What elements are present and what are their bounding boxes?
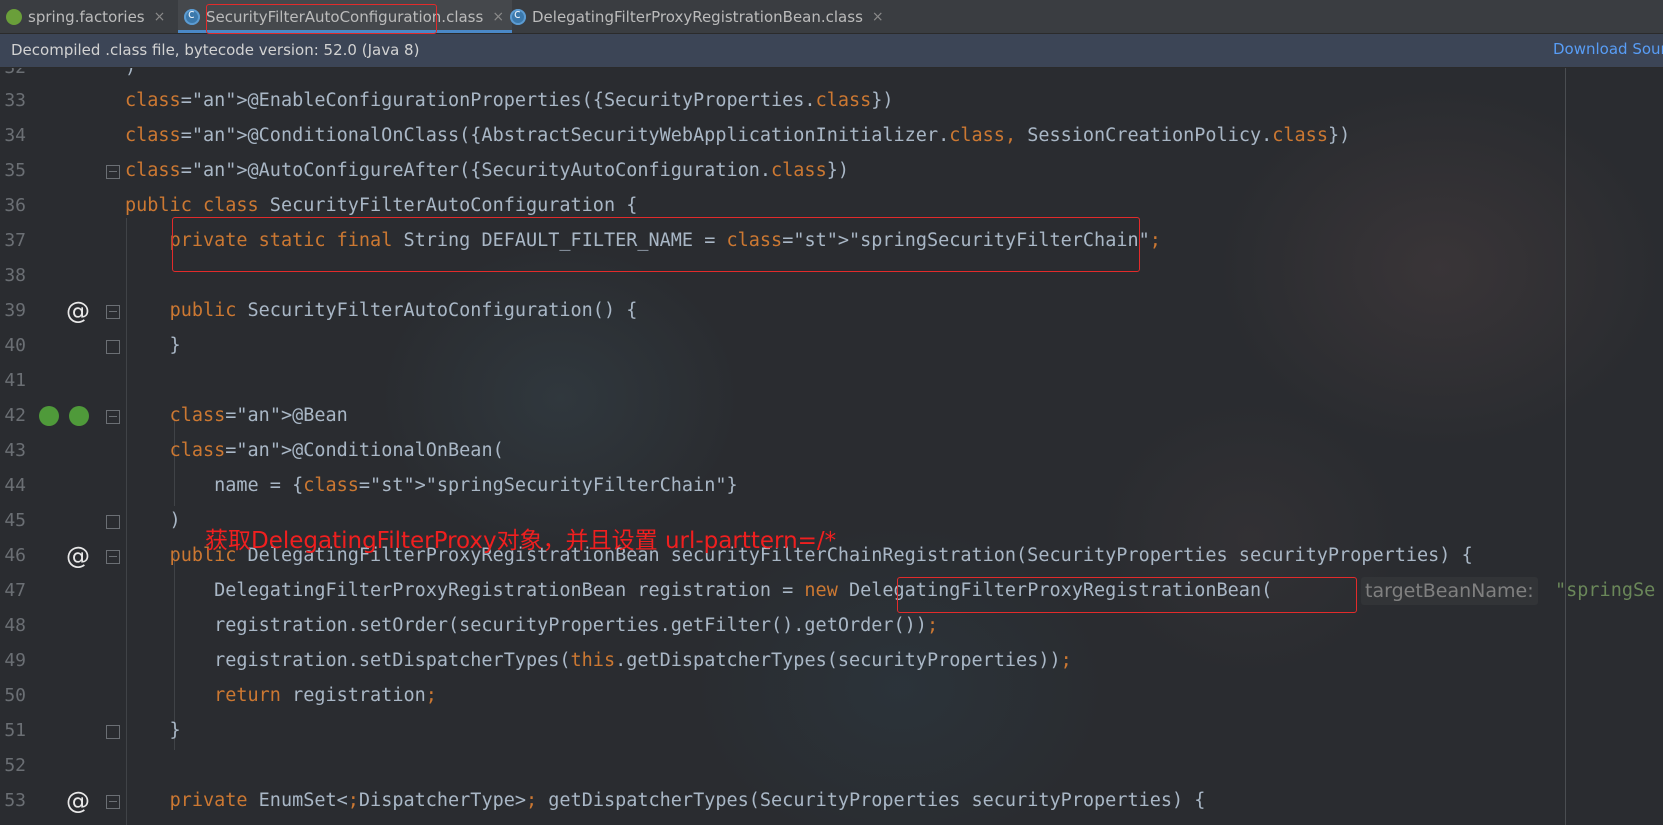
- line-number: 48: [4, 615, 26, 636]
- line-number: 45: [4, 510, 26, 531]
- line-number: 44: [4, 475, 26, 496]
- tab-label: spring.factories: [28, 7, 145, 26]
- code-line: 42 class="an">@Bean: [0, 399, 1663, 433]
- code-text: }: [125, 335, 181, 356]
- constructor-highlight-box: [897, 577, 1357, 613]
- close-tab-icon[interactable]: ×: [872, 9, 884, 25]
- code-line: 51 }: [0, 714, 1663, 748]
- code-text: registration.setDispatcherTypes(this.get…: [125, 650, 1072, 671]
- fold-marker-icon[interactable]: [106, 305, 120, 319]
- line-number: 36: [4, 195, 26, 216]
- tab-spring-factories[interactable]: spring.factories ×: [6, 0, 165, 33]
- line-number: 46: [4, 545, 26, 566]
- line-number: 41: [4, 370, 26, 391]
- code-line: 49 registration.setDispatcherTypes(this.…: [0, 644, 1663, 678]
- line-number: 42: [4, 405, 26, 426]
- code-line: 32 ): [0, 68, 1663, 85]
- code-line: 47 DelegatingFilterProxyRegistrationBean…: [0, 574, 1663, 608]
- bean-navigate-icon[interactable]: [39, 406, 59, 426]
- fold-marker-icon[interactable]: [106, 410, 120, 424]
- line-number: 34: [4, 125, 26, 146]
- line-number: 47: [4, 580, 26, 601]
- editor-tab-bar: spring.factories × SecurityFilterAutoCon…: [0, 0, 1663, 34]
- decompiled-notice-text: Decompiled .class file, bytecode version…: [11, 41, 420, 59]
- code-text: class="an">@EnableConfigurationPropertie…: [125, 90, 894, 111]
- code-text: class="an">@ConditionalOnClass({Abstract…: [125, 125, 1351, 146]
- fold-marker-icon[interactable]: [106, 550, 120, 564]
- code-line: 50 return registration;: [0, 679, 1663, 713]
- download-sources-link[interactable]: Download Sour: [1553, 40, 1663, 58]
- close-tab-icon[interactable]: ×: [154, 9, 166, 25]
- fold-marker-icon[interactable]: [106, 165, 120, 179]
- code-text: ): [125, 68, 136, 85]
- decompiled-notice-bar: Decompiled .class file, bytecode version…: [0, 34, 1663, 68]
- code-text: public SecurityFilterAutoConfiguration()…: [169, 300, 638, 321]
- code-line: 34 class="an">@ConditionalOnClass({Abstr…: [0, 119, 1663, 153]
- code-text: ): [125, 510, 181, 531]
- line-number: 40: [4, 335, 26, 356]
- code-line: 33 class="an">@EnableConfigurationProper…: [0, 84, 1663, 118]
- fold-marker-icon[interactable]: [106, 795, 120, 809]
- code-text: registration.setOrder(securityProperties…: [125, 615, 939, 636]
- line-number: 38: [4, 265, 26, 286]
- fold-end-icon[interactable]: [106, 340, 120, 354]
- line-number: 50: [4, 685, 26, 706]
- line-number: 43: [4, 440, 26, 461]
- code-line: 53 @ private EnumSet<;DispatcherType>; g…: [0, 784, 1663, 818]
- code-text: return registration;: [214, 685, 437, 706]
- close-tab-icon[interactable]: ×: [492, 9, 504, 25]
- line-number: 49: [4, 650, 26, 671]
- override-at-icon[interactable]: @: [66, 784, 90, 818]
- code-text: class="an">@AutoConfigureAfter({Security…: [125, 160, 849, 181]
- class-file-icon: [510, 7, 526, 25]
- code-line: 39 @ public SecurityFilterAutoConfigurat…: [0, 294, 1663, 328]
- line-number: 52: [4, 755, 26, 776]
- tab-delegating-filter-proxy-registration-bean[interactable]: DelegatingFilterProxyRegistrationBean.cl…: [510, 0, 884, 33]
- code-line: 40 }: [0, 329, 1663, 363]
- fold-end-icon[interactable]: [106, 515, 120, 529]
- class-file-icon: [184, 7, 200, 25]
- line-number: 37: [4, 230, 26, 251]
- code-text: }: [125, 720, 181, 741]
- code-line: 41: [0, 364, 1663, 398]
- code-text: name = {class="st">"springSecurityFilter…: [125, 475, 738, 496]
- code-text: private EnumSet<;DispatcherType>; getDis…: [169, 790, 1206, 811]
- code-line: 38: [0, 259, 1663, 293]
- override-at-icon[interactable]: @: [66, 539, 90, 573]
- tab-highlight-box: [206, 4, 437, 34]
- line-number: 32: [0, 68, 26, 85]
- red-annotation-text: 获取DelegatingFilterProxy对象，并且设置 url-partt…: [205, 528, 837, 554]
- parameter-name-hint: targetBeanName:: [1361, 577, 1538, 605]
- line-number: 33: [4, 90, 26, 111]
- code-editor[interactable]: 32 ) 33 class="an">@EnableConfigurationP…: [0, 68, 1663, 825]
- code-line: 35 class="an">@AutoConfigureAfter({Secur…: [0, 154, 1663, 188]
- code-text: class="an">@ConditionalOnBean(: [169, 440, 504, 461]
- code-text: class="an">@Bean: [169, 405, 348, 426]
- line-number: 35: [4, 160, 26, 181]
- code-line: 48 registration.setOrder(securityPropert…: [0, 609, 1663, 643]
- line-number: 39: [4, 300, 26, 321]
- code-line: 43 class="an">@ConditionalOnBean(: [0, 434, 1663, 468]
- code-line: 52: [0, 749, 1663, 783]
- code-line: 44 name = {class="st">"springSecurityFil…: [0, 469, 1663, 503]
- fold-end-icon[interactable]: [106, 725, 120, 739]
- line-number: 51: [4, 720, 26, 741]
- line-number: 53: [4, 790, 26, 811]
- tab-label: DelegatingFilterProxyRegistrationBean.cl…: [532, 7, 863, 26]
- spring-leaf-icon: [6, 8, 22, 25]
- bean-check-icon[interactable]: [69, 406, 89, 426]
- override-at-icon[interactable]: @: [66, 294, 90, 328]
- parameter-value-text: "springSe: [1555, 580, 1656, 601]
